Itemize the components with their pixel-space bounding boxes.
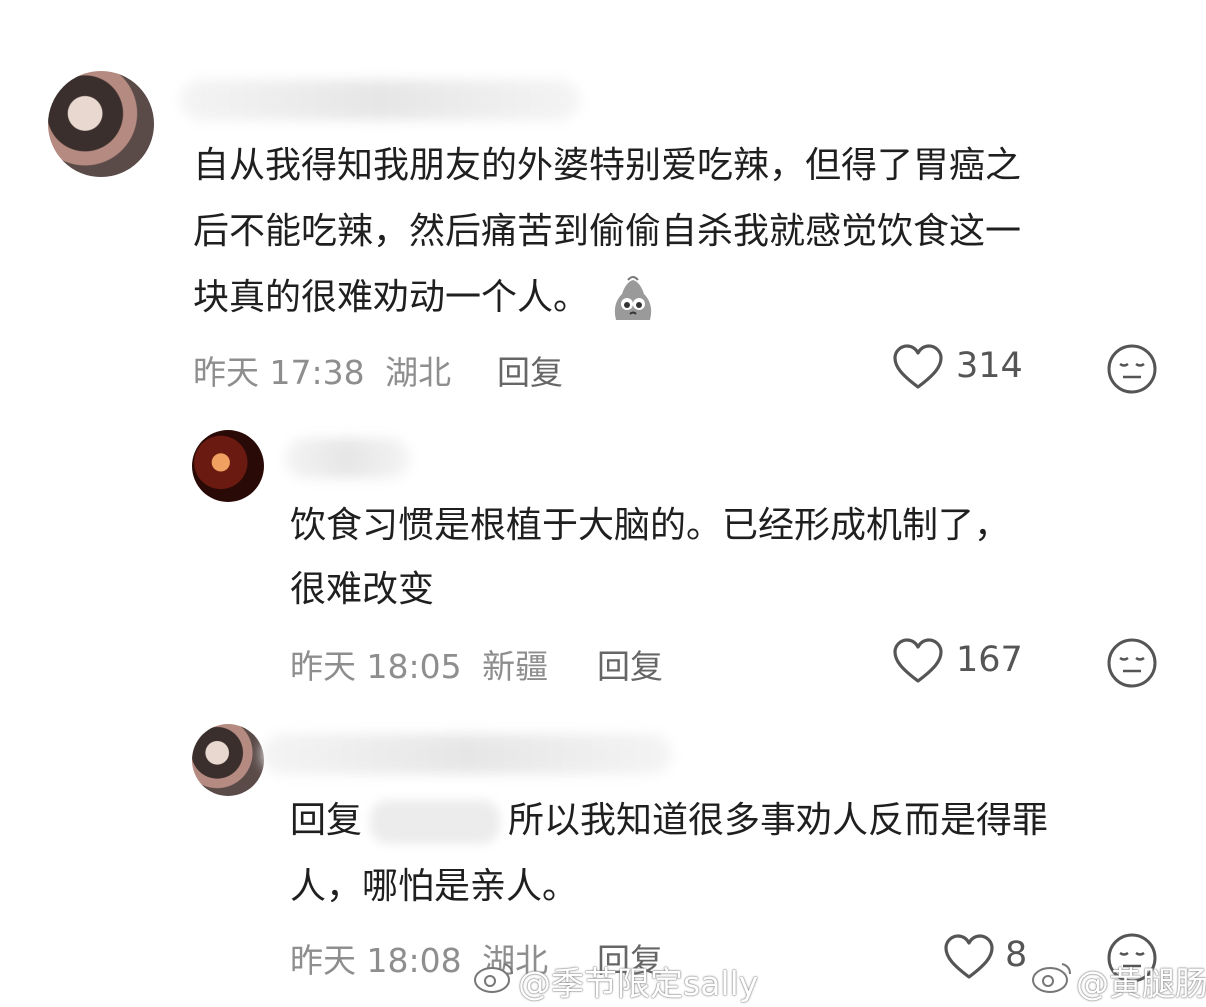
timestamp: 昨天 17:38 — [193, 353, 365, 392]
avatar[interactable] — [192, 430, 264, 502]
comment-text-line: 饮食习惯是根植于大脑的。已经形成机制了， — [290, 505, 1011, 546]
comment-text-line: 块真的很难劝动一个人。 — [193, 265, 658, 331]
dislike-face-icon[interactable] — [1106, 637, 1158, 689]
reply-button[interactable]: 回复 — [597, 640, 663, 688]
timestamp: 昨天 18:05 — [290, 647, 462, 686]
avatar[interactable] — [48, 71, 154, 177]
watermark: @黄腿肠 — [1076, 964, 1206, 1003]
dislike-face-icon[interactable] — [1106, 343, 1158, 395]
location: 湖北 — [385, 353, 452, 392]
location: 新疆 — [482, 647, 549, 686]
timestamp: 昨天 18:08 — [290, 941, 462, 980]
like-count: 8 — [1005, 935, 1028, 975]
comment-meta: 昨天 18:05 新疆 — [290, 640, 548, 688]
username-blurred[interactable] — [180, 80, 580, 120]
like-count: 314 — [956, 346, 1023, 386]
watermark: @季节限定sally — [518, 964, 759, 1003]
mentioned-user-blurred[interactable] — [370, 800, 501, 844]
username-blurred[interactable] — [285, 438, 410, 478]
comment-text-line: 后不能吃辣，然后痛苦到偷偷自杀我就感觉饮食这一 — [193, 211, 1022, 252]
username-blurred[interactable] — [262, 734, 672, 774]
heart-icon[interactable] — [892, 343, 944, 391]
heart-icon[interactable] — [943, 933, 995, 981]
comment-text-line: 自从我得知我朋友的外婆特别爱吃辣，但得了胃癌之 — [193, 145, 1022, 186]
weibo-logo-icon — [474, 963, 513, 993]
weibo-logo-icon — [1032, 963, 1071, 993]
reply-prefix: 回复 — [290, 800, 363, 841]
avatar[interactable] — [192, 724, 264, 796]
comment-text-line: 人，哪怕是亲人。 — [290, 866, 579, 907]
comment-text-line: 很难改变 — [290, 569, 435, 610]
like-count: 167 — [956, 640, 1023, 680]
comment-text-line: 回复 所以我知道很多事劝人反而是得罪 — [290, 788, 1048, 854]
heart-icon[interactable] — [892, 637, 944, 685]
comment-meta: 昨天 17:38 湖北 — [193, 346, 451, 394]
reply-button[interactable]: 回复 — [497, 346, 563, 394]
sad-face-sticker-icon — [615, 276, 652, 320]
